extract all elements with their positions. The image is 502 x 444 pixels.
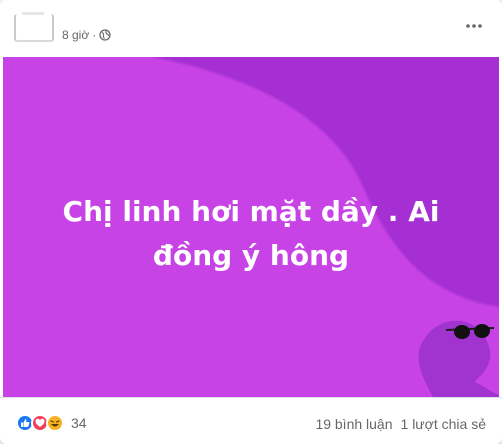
post-header: 8 giờ · (0, 0, 502, 56)
post-stats: 19 bình luận 1 lượt chia sẻ (315, 416, 486, 432)
post-background[interactable]: Chị linh hơi mặt dầy . Ai đồng ý hông (3, 57, 499, 397)
meta-separator: · (92, 28, 97, 42)
post-footer: 34 19 bình luận 1 lượt chia sẻ (0, 397, 502, 444)
haha-icon (46, 414, 64, 432)
sunglasses-icon (445, 324, 495, 339)
more-horizontal-icon[interactable] (460, 12, 488, 40)
post-time[interactable]: 8 giờ (62, 28, 89, 42)
avatar[interactable] (14, 12, 54, 42)
share-count-link[interactable]: 1 lượt chia sẻ (401, 416, 486, 432)
comment-count-link[interactable]: 19 bình luận (315, 416, 392, 432)
globe-icon (99, 29, 111, 41)
reaction-count: 34 (71, 415, 87, 431)
post-text: Chị linh hơi mặt dầy . Ai đồng ý hông (62, 195, 440, 272)
reactions-summary[interactable]: 34 (16, 414, 87, 432)
post-card: 8 giờ · Chị linh hơi mặt dầy . Ai đồng ý… (0, 0, 502, 444)
post-meta: 8 giờ · (62, 28, 111, 42)
